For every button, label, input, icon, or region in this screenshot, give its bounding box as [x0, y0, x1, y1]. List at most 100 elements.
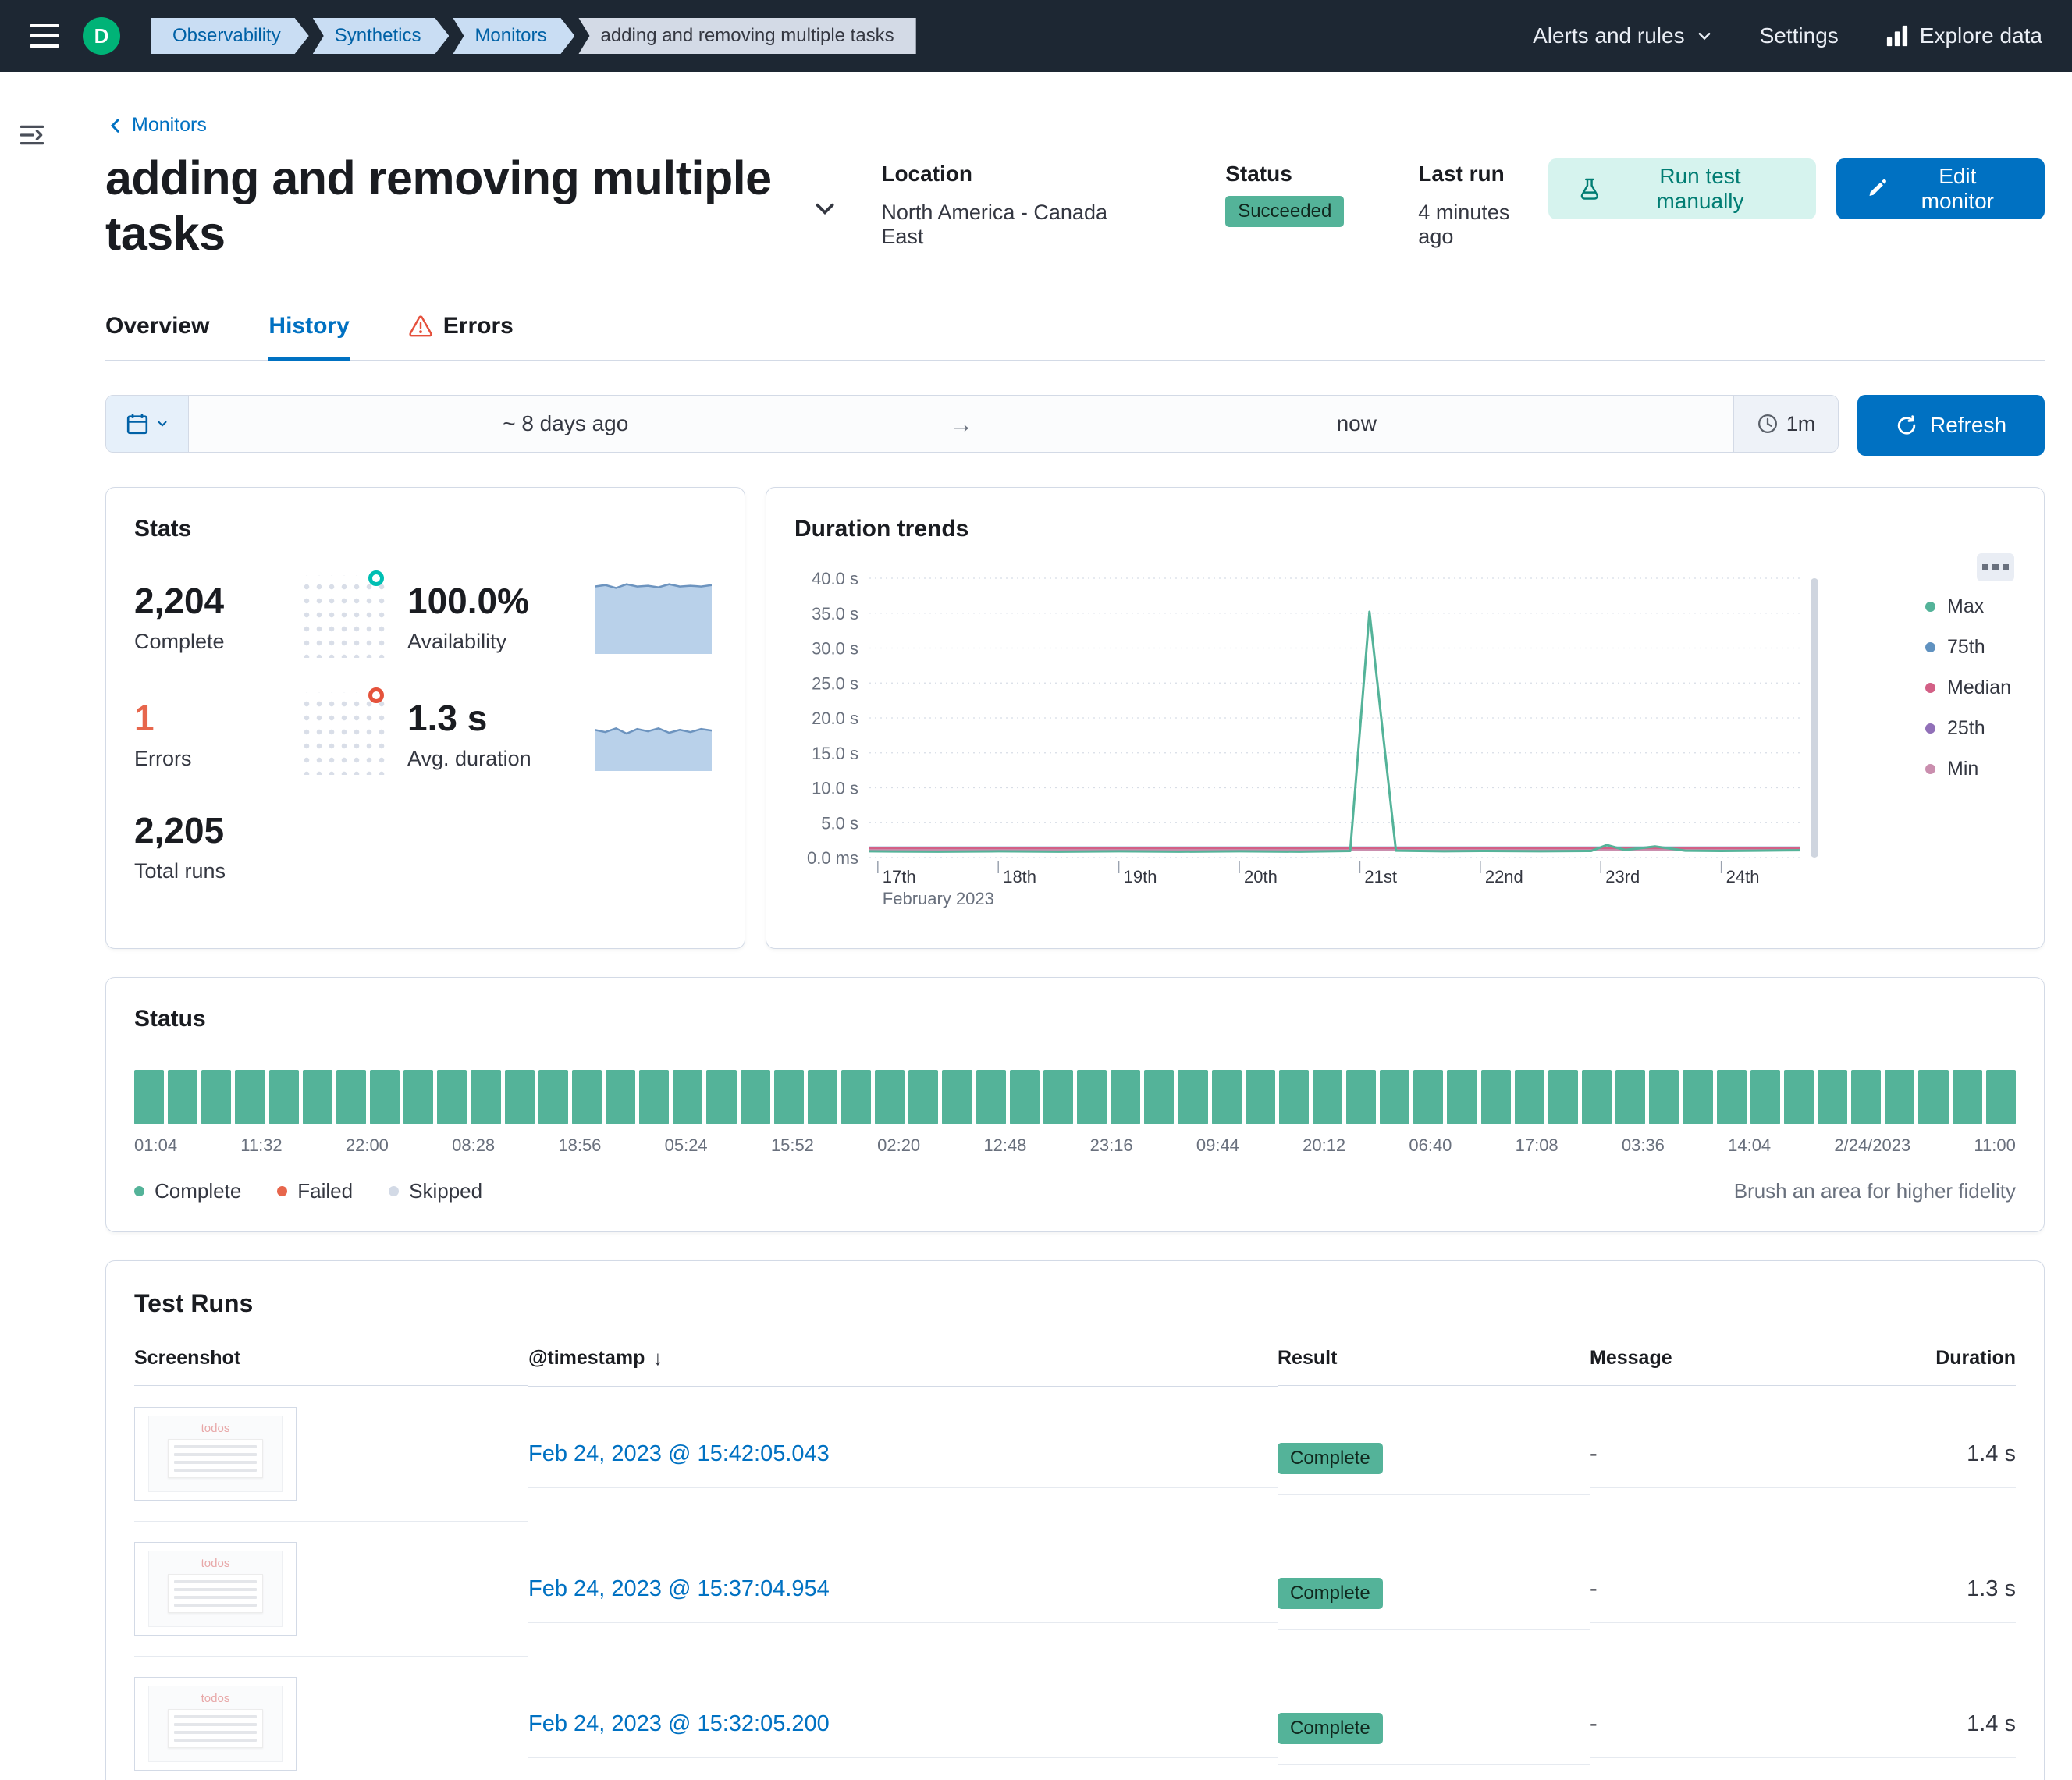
tab-overview[interactable]: Overview: [105, 313, 209, 360]
status-bar[interactable]: [1548, 1070, 1578, 1124]
status-bars[interactable]: [134, 1070, 2016, 1124]
status-bar[interactable]: [1515, 1070, 1544, 1124]
status-bar[interactable]: [875, 1070, 905, 1124]
refresh-interval-button[interactable]: 1m: [1733, 396, 1838, 452]
status-bar[interactable]: [942, 1070, 972, 1124]
status-bar[interactable]: [336, 1070, 366, 1124]
legend-dot: [389, 1186, 399, 1196]
status-bar[interactable]: [235, 1070, 265, 1124]
status-bar[interactable]: [1077, 1070, 1107, 1124]
status-bar[interactable]: [471, 1070, 500, 1124]
legend-options-icon[interactable]: [1977, 553, 2014, 581]
legend-item-max[interactable]: Max: [1925, 595, 2011, 618]
status-bar[interactable]: [1346, 1070, 1376, 1124]
menu-icon[interactable]: [30, 24, 59, 48]
status-bar[interactable]: [1615, 1070, 1645, 1124]
status-bar[interactable]: [1649, 1070, 1679, 1124]
dock-navigation-icon[interactable]: [19, 122, 45, 152]
nav-alerts-and-rules[interactable]: Alerts and rules: [1533, 23, 1713, 48]
status-bar[interactable]: [134, 1070, 164, 1124]
status-bar[interactable]: [1784, 1070, 1814, 1124]
end-date-button[interactable]: now: [980, 396, 1734, 452]
status-bar[interactable]: [774, 1070, 804, 1124]
status-bar[interactable]: [908, 1070, 938, 1124]
status-bar[interactable]: [1111, 1070, 1140, 1124]
status-bar[interactable]: [1818, 1070, 1847, 1124]
legend-item-median[interactable]: Median: [1925, 677, 2011, 699]
chevron-down-icon: [1696, 27, 1713, 44]
status-bar[interactable]: [1918, 1070, 1948, 1124]
back-to-monitors-link[interactable]: Monitors: [105, 114, 207, 137]
status-bar[interactable]: [505, 1070, 535, 1124]
status-bar[interactable]: [437, 1070, 467, 1124]
edit-monitor-button[interactable]: Edit monitor: [1836, 158, 2045, 219]
breadcrumb-item[interactable]: Observability: [151, 18, 309, 54]
status-bar[interactable]: [673, 1070, 702, 1124]
status-bar[interactable]: [572, 1070, 602, 1124]
last-run-label: Last run: [1418, 162, 1548, 187]
status-bar[interactable]: [1313, 1070, 1342, 1124]
status-bar[interactable]: [1380, 1070, 1409, 1124]
status-bar[interactable]: [976, 1070, 1006, 1124]
status-bar[interactable]: [269, 1070, 299, 1124]
screenshot-thumbnail[interactable]: todos: [134, 1542, 297, 1636]
status-bar[interactable]: [403, 1070, 433, 1124]
refresh-button[interactable]: Refresh: [1857, 395, 2045, 456]
legend-item-min[interactable]: Min: [1925, 758, 2011, 780]
status-bar[interactable]: [1986, 1070, 2016, 1124]
status-bar[interactable]: [1851, 1070, 1881, 1124]
status-bar[interactable]: [370, 1070, 400, 1124]
timestamp-link[interactable]: Feb 24, 2023 @ 15:32:05.200: [528, 1711, 830, 1737]
tabs: Overview History Errors: [105, 313, 2045, 361]
svg-text:21st: 21st: [1364, 867, 1397, 886]
breadcrumb-item[interactable]: Synthetics: [313, 18, 450, 54]
status-bar[interactable]: [1212, 1070, 1242, 1124]
timestamp-link[interactable]: Feb 24, 2023 @ 15:37:04.954: [528, 1576, 830, 1602]
timestamp-link[interactable]: Feb 24, 2023 @ 15:42:05.043: [528, 1441, 830, 1467]
status-bar[interactable]: [808, 1070, 837, 1124]
status-bar[interactable]: [1447, 1070, 1477, 1124]
status-bar[interactable]: [1178, 1070, 1207, 1124]
status-bar[interactable]: [1481, 1070, 1511, 1124]
start-date-button[interactable]: ~ 8 days ago: [189, 396, 943, 452]
status-bar[interactable]: [1144, 1070, 1174, 1124]
legend-item-75th[interactable]: 75th: [1925, 636, 2011, 659]
status-bar[interactable]: [1043, 1070, 1073, 1124]
status-bar[interactable]: [1413, 1070, 1443, 1124]
calendar-button[interactable]: [106, 396, 189, 452]
status-bar[interactable]: [1246, 1070, 1275, 1124]
status-bar[interactable]: [606, 1070, 635, 1124]
status-axis-label: 09:44: [1196, 1135, 1239, 1156]
status-bar[interactable]: [841, 1070, 871, 1124]
status-bar[interactable]: [1885, 1070, 1914, 1124]
screenshot-thumbnail[interactable]: todos: [134, 1677, 297, 1771]
status-bar[interactable]: [1717, 1070, 1747, 1124]
status-bar[interactable]: [1279, 1070, 1309, 1124]
screenshot-cell: todos: [134, 1522, 528, 1657]
status-bar[interactable]: [1683, 1070, 1712, 1124]
status-bar[interactable]: [1953, 1070, 1982, 1124]
status-bar[interactable]: [1010, 1070, 1040, 1124]
status-bar[interactable]: [168, 1070, 197, 1124]
column-header-timestamp[interactable]: @timestamp↓: [528, 1346, 1278, 1387]
result-cell: Complete: [1278, 1413, 1590, 1495]
run-test-button[interactable]: Run test manually: [1548, 158, 1816, 219]
status-bar[interactable]: [1750, 1070, 1780, 1124]
tab-errors[interactable]: Errors: [409, 313, 514, 360]
sort-descending-icon[interactable]: ↓: [652, 1346, 663, 1370]
status-bar[interactable]: [639, 1070, 669, 1124]
screenshot-thumbnail[interactable]: todos: [134, 1407, 297, 1501]
status-bar[interactable]: [201, 1070, 231, 1124]
status-bar[interactable]: [1582, 1070, 1612, 1124]
title-chevron-down-icon[interactable]: [812, 195, 838, 226]
tab-history[interactable]: History: [268, 313, 349, 360]
status-bar[interactable]: [303, 1070, 332, 1124]
nav-settings[interactable]: Settings: [1760, 23, 1839, 48]
nav-explore-data[interactable]: Explore data: [1885, 23, 2042, 48]
legend-item-25th[interactable]: 25th: [1925, 717, 2011, 740]
breadcrumb-item[interactable]: Monitors: [453, 18, 574, 54]
status-bar[interactable]: [741, 1070, 770, 1124]
status-bar[interactable]: [706, 1070, 736, 1124]
space-avatar[interactable]: D: [83, 17, 120, 55]
status-bar[interactable]: [538, 1070, 568, 1124]
